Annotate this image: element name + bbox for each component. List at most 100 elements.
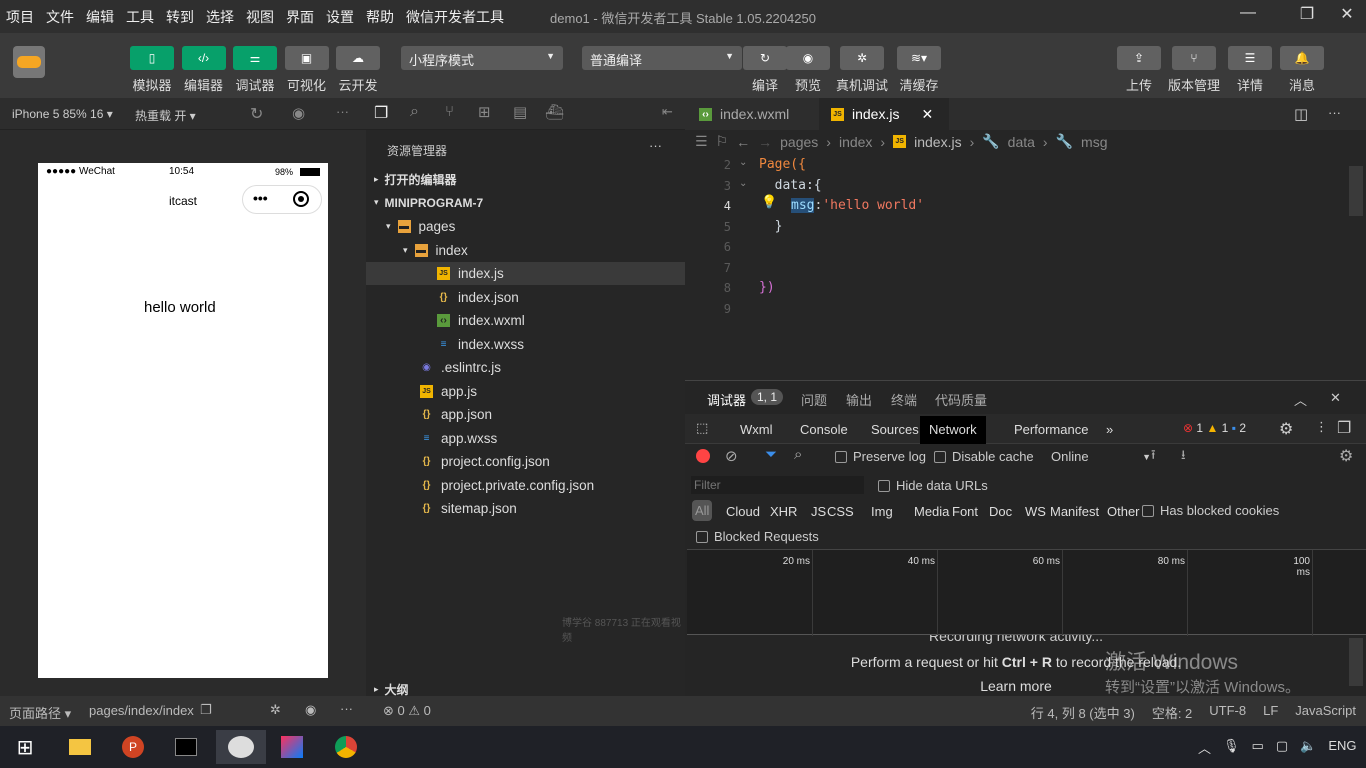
tab-index-js[interactable]: JS index.js ✕ — [819, 98, 949, 130]
more-icon[interactable]: ··· — [1328, 105, 1341, 120]
more-icon[interactable]: ··· — [340, 701, 353, 716]
menu-item[interactable]: 项目 — [0, 7, 40, 27]
toolbar-label[interactable]: 上传 — [1109, 75, 1169, 94]
menu-item[interactable]: 选择 — [200, 7, 240, 27]
tab-index-wxml[interactable]: ‹› index.wxml — [685, 98, 815, 130]
lightbulb-icon[interactable]: 💡 — [761, 194, 777, 210]
network-settings-icon[interactable]: ⚙ — [1339, 446, 1353, 466]
crumb[interactable]: pages — [780, 134, 818, 150]
模拟器-button[interactable]: ▯ — [130, 46, 174, 70]
forward-icon[interactable]: → — [758, 134, 772, 150]
resource-type-filter[interactable]: Img — [871, 504, 893, 519]
code-line[interactable]: data:{ — [759, 178, 822, 193]
more-icon[interactable]: ··· — [649, 138, 662, 153]
可视化-button[interactable]: ▣ — [284, 46, 329, 70]
bookmark-icon[interactable]: ⚐ — [716, 133, 729, 150]
devtools-tab[interactable]: Performance — [1005, 416, 1097, 444]
inspect-icon[interactable]: ⬚ — [696, 420, 708, 436]
resource-type-filter[interactable]: Cloud — [726, 504, 760, 519]
export-har-icon[interactable]: ⭳ — [1181, 446, 1186, 468]
encoding[interactable]: UTF-8 — [1209, 703, 1246, 722]
wechat-devtools-icon[interactable] — [216, 730, 266, 764]
toolbar-label[interactable]: 云开发 — [328, 75, 388, 94]
云开发-button[interactable]: ☁ — [336, 46, 380, 70]
devtools-tab[interactable]: Sources — [862, 416, 928, 444]
menu-item[interactable]: 编辑 — [80, 7, 120, 27]
close-tab-icon[interactable]: ✕ — [921, 106, 933, 123]
close-capsule-icon[interactable] — [293, 191, 309, 207]
hot-reload-toggle[interactable]: 热重载 开 ▾ — [135, 107, 196, 124]
open-editors-section[interactable]: ▸ 打开的编辑器 — [366, 168, 685, 191]
fold-chevron-icon[interactable]: ⌄ — [739, 157, 747, 168]
filter-input[interactable] — [691, 476, 864, 494]
file-tree-item[interactable]: JS app.js — [366, 380, 685, 403]
清缓存-button[interactable]: ≋▾ — [897, 46, 941, 70]
code-line[interactable]: Page({ — [759, 157, 806, 172]
battery-icon[interactable]: ▭ — [1252, 738, 1264, 757]
crumb[interactable]: data — [1008, 134, 1035, 150]
split-editor-icon[interactable]: ◫ — [1294, 105, 1308, 123]
problems-count[interactable]: ⊗ 0 ⚠ 0 — [383, 703, 431, 719]
search-icon[interactable]: ⌕ — [794, 446, 802, 463]
toolbar-label[interactable]: 版本管理 — [1164, 75, 1224, 94]
resource-type-filter[interactable]: All — [692, 500, 713, 521]
menu-item[interactable]: 文件 — [40, 7, 80, 27]
resource-type-filter[interactable]: Font — [952, 504, 978, 519]
crumb[interactable]: index.js — [914, 134, 961, 150]
code-line[interactable]: msg:'hello world' — [791, 198, 924, 213]
debug-tab[interactable]: 输出 — [846, 390, 872, 409]
menu-item[interactable]: 界面 — [280, 7, 320, 27]
file-tree-item[interactable]: {} project.config.json — [366, 450, 685, 473]
devtools-tab[interactable]: Console — [791, 416, 857, 444]
file-explorer-icon[interactable] — [57, 730, 103, 764]
file-tree-item[interactable]: ▾ ▬ index — [366, 239, 685, 262]
code-line[interactable]: } — [759, 219, 783, 234]
more-dots-icon[interactable]: ••• — [253, 190, 268, 206]
file-tree-item[interactable]: ▾ ▬ pages — [366, 215, 685, 238]
record-button[interactable] — [696, 449, 710, 463]
collapse-panel-icon[interactable]: ⇤ — [662, 104, 673, 120]
resource-type-filter[interactable]: CSS — [827, 504, 854, 519]
file-tree-item[interactable]: {} index.json — [366, 286, 685, 309]
toolbar-label[interactable]: 预览 — [778, 75, 838, 94]
menu-item[interactable]: 转到 — [160, 7, 200, 27]
project-section[interactable]: ▾ MINIPROGRAM-7 — [366, 191, 685, 214]
start-icon[interactable]: ⊞ — [2, 730, 48, 764]
terminal-icon[interactable] — [163, 730, 209, 764]
capsule-menu[interactable]: ••• — [242, 185, 322, 214]
page-path-label[interactable]: 页面路径 ▾ — [9, 703, 71, 722]
search-icon[interactable]: ⌕ — [410, 103, 419, 121]
git-icon[interactable]: ⑂ — [445, 103, 454, 120]
device-select[interactable]: iPhone 5 85% 16 ▾ — [12, 107, 113, 121]
network-icon[interactable]: ▢ — [1276, 738, 1288, 757]
上传-button[interactable]: ⇪ — [1117, 46, 1161, 70]
minimize-button[interactable]: — — [1233, 4, 1263, 28]
settings-icon[interactable]: ⚙ — [1279, 419, 1293, 439]
extensions-icon[interactable]: ⊞ — [478, 103, 491, 121]
blocked-cookies-checkbox[interactable]: Has blocked cookies — [1142, 503, 1279, 518]
issue-counts[interactable]: ⊗ 1 ▲ 1 ▪ 2 — [1183, 421, 1246, 435]
import-har-icon[interactable]: ⭱ — [1151, 446, 1156, 468]
devtools-tab[interactable]: Network — [920, 416, 986, 444]
storage-icon[interactable]: ▤ — [513, 103, 527, 121]
file-tree-item[interactable]: {} sitemap.json — [366, 497, 685, 520]
mode-select[interactable]: 小程序模式 ▼ — [401, 46, 563, 70]
indentation[interactable]: 空格: 2 — [1152, 703, 1192, 722]
menu-item[interactable]: 工具 — [120, 7, 160, 27]
debug-tab[interactable]: 代码质量 — [935, 390, 987, 409]
language-mode[interactable]: JavaScript — [1295, 703, 1356, 722]
toolbar-label[interactable]: 清缓存 — [889, 75, 949, 94]
crumb[interactable]: index — [839, 134, 872, 150]
intellij-icon[interactable] — [269, 730, 315, 764]
back-icon[interactable]: ← — [736, 134, 750, 150]
debug-tab[interactable]: 问题 — [801, 390, 827, 409]
devtools-tab[interactable]: Wxml — [731, 416, 782, 444]
rotate-icon[interactable]: ↻ — [250, 104, 263, 124]
hide-data-urls-checkbox[interactable]: Hide data URLs — [878, 478, 988, 493]
list-icon[interactable]: ☰ — [695, 133, 708, 150]
resource-type-filter[interactable]: JS — [811, 504, 826, 519]
toolbar-label[interactable]: 真机调试 — [832, 75, 892, 94]
cursor-position[interactable]: 行 4, 列 8 (选中 3) — [1031, 703, 1135, 722]
menu-item[interactable]: 帮助 — [360, 7, 400, 27]
menu-item[interactable]: 微信开发者工具 — [400, 7, 510, 27]
